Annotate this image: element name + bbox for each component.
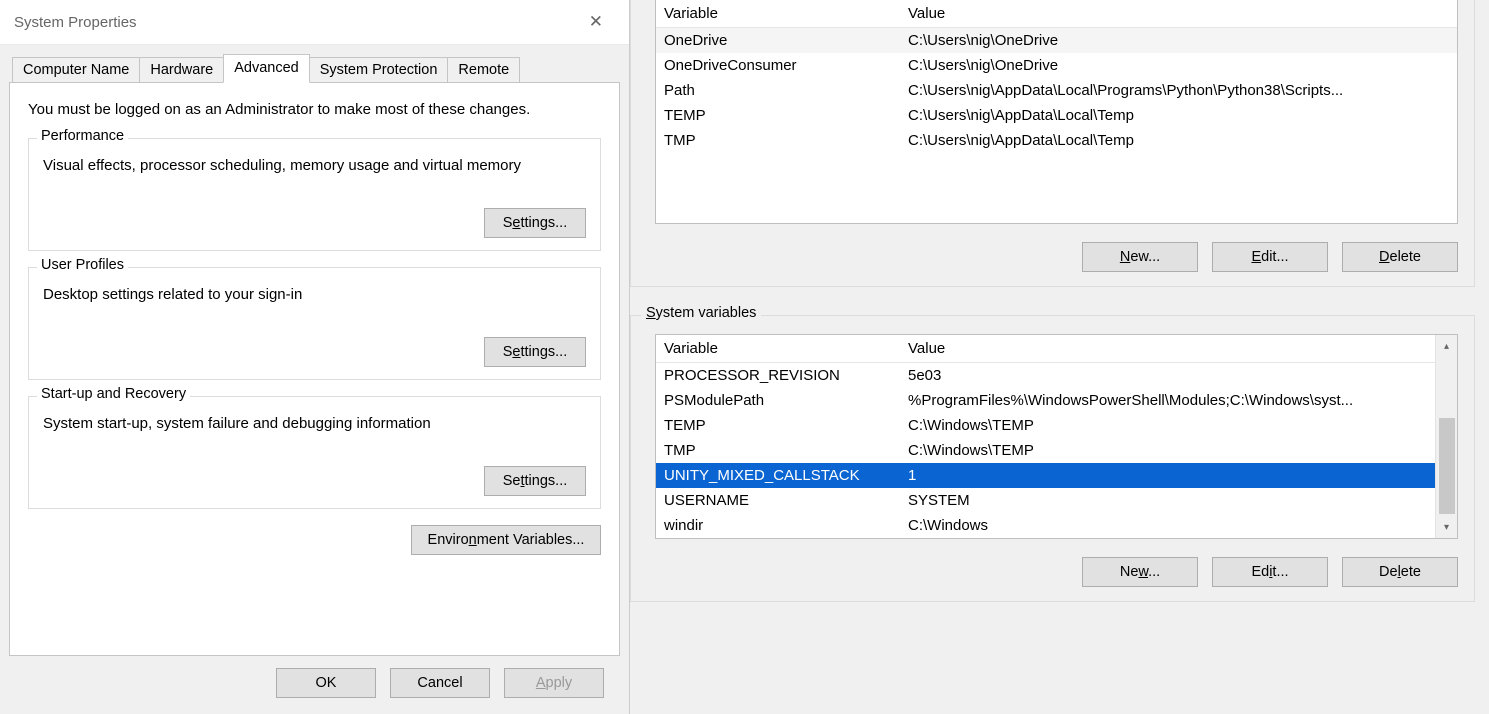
performance-settings-button[interactable]: Settings... [484,208,586,238]
column-header-value[interactable]: Value [900,0,1457,28]
var-name: TMP [656,128,900,153]
tab-advanced[interactable]: Advanced [223,54,310,83]
scroll-down-icon[interactable]: ▾ [1436,516,1458,538]
var-value: C:\Users\nig\AppData\Local\Temp [900,128,1457,153]
user-profiles-settings-button[interactable]: Settings... [484,337,586,367]
var-value: SYSTEM [900,488,1435,513]
group-legend: User Profiles [37,257,128,273]
group-legend: Start-up and Recovery [37,386,190,402]
window-title: System Properties [14,14,137,31]
table-row[interactable]: PSModulePath%ProgramFiles%\WindowsPowerS… [656,388,1435,413]
table-row[interactable]: TEMPC:\Windows\TEMP [656,413,1435,438]
var-name: windir [656,513,900,538]
user-variables-table[interactable]: Variable Value OneDriveC:\Users\nig\OneD… [656,0,1457,153]
user-variables-group: Variable Value OneDriveC:\Users\nig\OneD… [630,0,1475,287]
group-desc: Desktop settings related to your sign-in [43,286,586,303]
var-name: USERNAME [656,488,900,513]
system-variables-group: System variables Variable Value PROCESSO… [630,315,1475,602]
table-row[interactable]: PathC:\Users\nig\AppData\Local\Programs\… [656,78,1457,103]
sys-new-button[interactable]: New... [1082,557,1198,587]
table-row[interactable]: TMPC:\Windows\TEMP [656,438,1435,463]
tab-strip: Computer Name Hardware Advanced System P… [12,53,620,82]
cancel-button[interactable]: Cancel [390,668,490,698]
system-variables-table[interactable]: Variable Value PROCESSOR_REVISION5e03PSM… [656,335,1435,538]
var-value: C:\Windows\TEMP [900,413,1435,438]
tab-pane-advanced: You must be logged on as an Administrato… [9,82,620,656]
sys-delete-button[interactable]: Delete [1342,557,1458,587]
group-performance: Performance Visual effects, processor sc… [28,138,601,251]
var-name: TEMP [656,413,900,438]
table-row[interactable]: UNITY_MIXED_CALLSTACK1 [656,463,1435,488]
var-value: C:\Users\nig\OneDrive [900,53,1457,78]
system-variables-legend: System variables [641,305,761,321]
sys-var-button-row: New... Edit... Delete [655,557,1458,587]
group-legend: Performance [37,128,128,144]
user-edit-button[interactable]: Edit... [1212,242,1328,272]
table-row[interactable]: PROCESSOR_REVISION5e03 [656,363,1435,389]
column-header-value[interactable]: Value [900,335,1435,363]
dialog-button-row: OK Cancel Apply [9,656,620,702]
var-value: 1 [900,463,1435,488]
system-properties-window: System Properties ✕ Computer Name Hardwa… [0,0,630,714]
table-row[interactable]: windirC:\Windows [656,513,1435,538]
var-name: OneDrive [656,28,900,54]
user-new-button[interactable]: New... [1082,242,1198,272]
scroll-up-icon[interactable]: ▴ [1436,335,1458,357]
group-desc: Visual effects, processor scheduling, me… [43,157,586,174]
tab-hardware[interactable]: Hardware [139,57,224,83]
user-variables-table-wrap: Variable Value OneDriveC:\Users\nig\OneD… [655,0,1458,224]
environment-variables-button[interactable]: Environment Variables... [411,525,601,555]
admin-note: You must be logged on as an Administrato… [28,101,601,118]
var-name: PROCESSOR_REVISION [656,363,900,389]
close-icon[interactable]: ✕ [581,8,611,36]
var-value: C:\Users\nig\OneDrive [900,28,1457,54]
startup-settings-button[interactable]: Settings... [484,466,586,496]
var-value: %ProgramFiles%\WindowsPowerShell\Modules… [900,388,1435,413]
var-value: 5e03 [900,363,1435,389]
var-name: OneDriveConsumer [656,53,900,78]
dialog-body: Computer Name Hardware Advanced System P… [0,45,629,714]
var-value: C:\Users\nig\AppData\Local\Programs\Pyth… [900,78,1457,103]
sys-edit-button[interactable]: Edit... [1212,557,1328,587]
column-header-variable[interactable]: Variable [656,335,900,363]
group-user-profiles: User Profiles Desktop settings related t… [28,267,601,380]
var-value: C:\Windows [900,513,1435,538]
var-name: Path [656,78,900,103]
apply-button[interactable]: Apply [504,668,604,698]
table-row[interactable]: OneDriveC:\Users\nig\OneDrive [656,28,1457,54]
var-value: C:\Windows\TEMP [900,438,1435,463]
table-row[interactable]: TEMPC:\Users\nig\AppData\Local\Temp [656,103,1457,128]
table-row[interactable]: TMPC:\Users\nig\AppData\Local\Temp [656,128,1457,153]
tab-remote[interactable]: Remote [447,57,520,83]
tab-computer-name[interactable]: Computer Name [12,57,140,83]
group-startup-recovery: Start-up and Recovery System start-up, s… [28,396,601,509]
var-name: TEMP [656,103,900,128]
var-name: PSModulePath [656,388,900,413]
ok-button[interactable]: OK [276,668,376,698]
system-variables-table-wrap: Variable Value PROCESSOR_REVISION5e03PSM… [655,334,1458,539]
table-row[interactable]: USERNAMESYSTEM [656,488,1435,513]
var-name: TMP [656,438,900,463]
table-row[interactable]: OneDriveConsumerC:\Users\nig\OneDrive [656,53,1457,78]
column-header-variable[interactable]: Variable [656,0,900,28]
scrollbar[interactable]: ▴ ▾ [1435,335,1457,538]
var-value: C:\Users\nig\AppData\Local\Temp [900,103,1457,128]
group-desc: System start-up, system failure and debu… [43,415,586,432]
titlebar: System Properties ✕ [0,0,629,45]
var-name: UNITY_MIXED_CALLSTACK [656,463,900,488]
scroll-thumb[interactable] [1439,418,1455,514]
tab-system-protection[interactable]: System Protection [309,57,449,83]
environment-variables-window: Variable Value OneDriveC:\Users\nig\OneD… [630,0,1489,714]
user-delete-button[interactable]: Delete [1342,242,1458,272]
user-var-button-row: New... Edit... Delete [655,242,1458,272]
